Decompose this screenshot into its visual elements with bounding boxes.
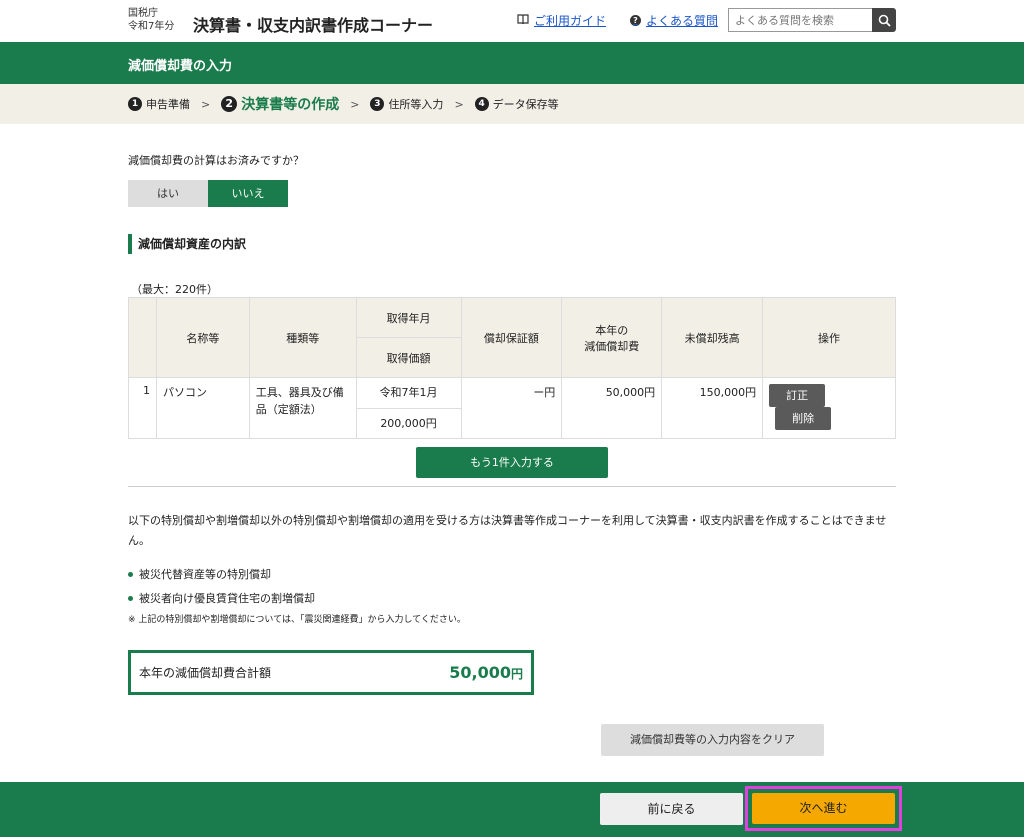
row-current-depreciation: 50,000円 [561, 377, 663, 439]
row-name: パソコン [155, 377, 250, 439]
yes-no-toggle: はい いいえ [128, 180, 288, 207]
bullet-text: 被災代替資産等の特別償却 [139, 568, 271, 581]
row-type-l2: 品（定額法） [255, 403, 322, 416]
site-header: 国税庁 令和7年分 決算書・収支内訳書作成コーナー ご利用ガイド ? よくある質… [0, 0, 1024, 42]
header-acq-price: 取得価額 [355, 337, 462, 378]
yes-button[interactable]: はい [128, 180, 208, 207]
step-1-number: 1 [128, 97, 142, 111]
list-item: 被災者向け優良賃貸住宅の割増償却 [128, 586, 315, 610]
divider [128, 486, 896, 487]
step-3-label: 住所等入力 [388, 98, 444, 111]
question-icon: ? [630, 15, 641, 26]
step-4-number: 4 [474, 97, 489, 111]
page-title: 減価償却費の入力 [0, 42, 1024, 84]
assets-table: 名称等 種類等 取得年月 償却保証額 本年の 減価償却費 未償却残高 操作 取得… [128, 297, 896, 439]
header-current-l1: 本年の [595, 323, 629, 337]
row-acq-date: 令和7年1月 [355, 377, 462, 409]
notice-text: 以下の特別償却や割増償却以外の特別償却や割増償却の適用を受ける方は決算書等作成コ… [128, 514, 887, 547]
next-button-highlight: 次へ進む [745, 786, 902, 831]
depreciation-question: 減価償却費の計算はお済みですか？ [128, 154, 304, 167]
header-acq-date: 取得年月 [355, 297, 462, 338]
agency-label: 国税庁 令和7年分 [128, 7, 174, 33]
header-current-l2: 減価償却費 [584, 339, 640, 353]
list-item: 被災代替資産等の特別償却 [128, 562, 315, 586]
row-type: 工具、器具及び備 品（定額法） [248, 377, 357, 439]
search-icon [878, 14, 891, 27]
chevron-right-icon: > [350, 97, 360, 111]
total-amount: 50,000 [449, 663, 511, 682]
step-3: 3 住所等入力 [370, 96, 443, 112]
header-current-depreciation: 本年の 減価償却費 [561, 297, 663, 378]
row-type-l1: 工具、器具及び備 [255, 386, 344, 399]
table-row: 1 パソコン 工具、器具及び備 品（定額法） 令和7年1月 ー円 50,000円… [128, 377, 896, 439]
header-remaining: 未償却残高 [661, 297, 764, 378]
step-4-label: データ保存等 [492, 98, 559, 111]
guide-link-label[interactable]: ご利用ガイド [534, 12, 606, 29]
faq-link-label[interactable]: よくある質問 [646, 12, 718, 29]
row-remaining: 150,000円 [661, 377, 764, 439]
bullet-dot [128, 595, 133, 601]
row-acq-price: 200,000円 [355, 408, 462, 439]
step-3-number: 3 [370, 97, 385, 111]
back-button[interactable]: 前に戻る [600, 793, 743, 825]
chevron-right-icon: > [201, 97, 211, 111]
step-2-number: 2 [221, 96, 238, 112]
footnote: ※ 上記の特別償却や割増償却については、「震災関連経費」から入力してください。 [128, 615, 466, 625]
add-another-button[interactable]: もう1件入力する [416, 447, 608, 478]
app-title: 決算書・収支内訳書作成コーナー [193, 16, 434, 35]
book-icon [517, 13, 529, 28]
search-button[interactable] [872, 8, 896, 32]
tax-year: 令和7年分 [128, 21, 175, 32]
clear-button[interactable]: 減価償却費等の入力内容をクリア [601, 724, 824, 756]
header-name: 名称等 [155, 297, 250, 378]
step-indicator: 1 申告準備 > 2 決算書等の作成 > 3 住所等入力 > 4 データ保存等 [0, 84, 1024, 124]
total-depreciation-box: 本年の減価償却費合計額 50,000円 [128, 650, 534, 695]
step-2-label: 決算書等の作成 [241, 97, 340, 113]
delete-button[interactable]: 削除 [775, 407, 832, 430]
row-ops: 訂正 削除 [762, 377, 896, 439]
max-count-note: （最大：220件） [131, 283, 218, 296]
bullet-dot [128, 571, 133, 577]
section-title: 減価償却資産の内訳 [128, 234, 246, 254]
chevron-right-icon: > [454, 97, 464, 111]
search-input[interactable] [728, 8, 872, 32]
total-value: 50,000円 [449, 663, 523, 682]
total-unit: 円 [510, 667, 523, 681]
faq-link[interactable]: ? よくある質問 [630, 12, 718, 29]
agency-name: 国税庁 [128, 8, 158, 19]
header-guarantee: 償却保証額 [460, 297, 563, 378]
header-type: 種類等 [248, 297, 357, 378]
next-button[interactable]: 次へ進む [752, 793, 895, 824]
row-index: 1 [128, 377, 157, 439]
step-1-label: 申告準備 [146, 98, 190, 111]
step-1: 1 申告準備 [128, 96, 190, 112]
bullet-text: 被災者向け優良賃貸住宅の割増償却 [139, 592, 315, 605]
guide-link[interactable]: ご利用ガイド [517, 12, 606, 29]
header-ops: 操作 [762, 297, 896, 378]
faq-search [728, 8, 896, 32]
row-guarantee: ー円 [460, 377, 563, 439]
no-button[interactable]: いいえ [208, 180, 288, 207]
step-2-active: 2 決算書等の作成 [221, 94, 339, 114]
total-label: 本年の減価償却費合計額 [139, 666, 272, 680]
edit-button[interactable]: 訂正 [769, 384, 826, 407]
bullet-list: 被災代替資産等の特別償却 被災者向け優良賃貸住宅の割増償却 [128, 562, 315, 610]
step-4: 4 データ保存等 [474, 96, 559, 112]
header-index [128, 297, 157, 378]
